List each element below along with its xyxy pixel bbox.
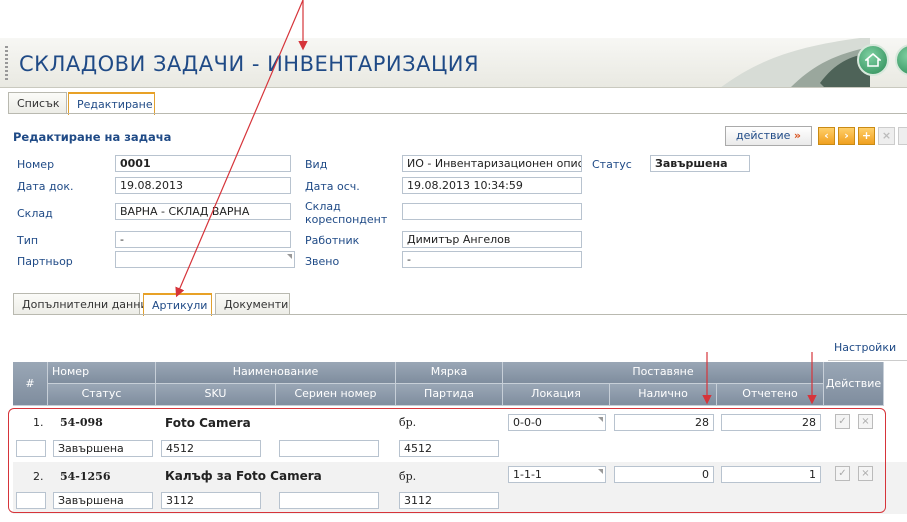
doc-date-field[interactable]: 19.08.2013 [115, 177, 291, 194]
unit-label: Звено [305, 255, 340, 268]
tab-documents[interactable]: Документи [215, 293, 290, 315]
settings-link[interactable]: Настройки [834, 341, 896, 354]
add-icon[interactable]: + [858, 127, 875, 145]
partner-select[interactable] [115, 251, 295, 268]
kind-field[interactable]: ИО - Инвентаризационен опис [402, 155, 582, 172]
col-unit[interactable]: Мярка [396, 362, 503, 384]
col-name[interactable]: Наименование [156, 362, 396, 384]
bird-decoration-icon [721, 38, 870, 87]
secondary-nav-icon[interactable] [895, 44, 907, 76]
col-counted[interactable]: Отчетено [717, 384, 824, 406]
corr-warehouse-label-2: кореспондент [305, 213, 388, 226]
col-status[interactable]: Статус [48, 384, 156, 406]
col-placement: Поставяне [503, 362, 824, 384]
tab-list[interactable]: Списък [8, 92, 67, 114]
col-number[interactable]: Номер [48, 362, 156, 384]
corr-warehouse-field[interactable] [402, 203, 582, 220]
status-field: Завършена [650, 155, 750, 172]
worker-label: Работник [305, 234, 360, 247]
partner-label: Партньор [17, 255, 73, 268]
annotation-highlight-box [8, 408, 886, 513]
col-location[interactable]: Локация [503, 384, 610, 406]
warehouse-field[interactable]: ВАРНА - СКЛАД ВАРНА [115, 203, 291, 220]
col-available[interactable]: Налично [610, 384, 717, 406]
tab-edit[interactable]: Редактиране [68, 92, 155, 115]
save-icon[interactable] [898, 127, 907, 145]
page-title: СКЛАДОВИ ЗАДАЧИ - ИНВЕНТАРИЗАЦИЯ [19, 52, 480, 76]
unit-field[interactable]: - [402, 251, 582, 268]
corr-warehouse-label-1: Склад [305, 200, 341, 213]
form-title: Редактиране на задача [13, 130, 172, 144]
tab-additional-data[interactable]: Допълнителни данни [13, 293, 148, 315]
prev-icon[interactable]: ‹ [818, 127, 835, 145]
tab-articles[interactable]: Артикули [143, 293, 212, 316]
next-icon[interactable]: › [838, 127, 855, 145]
top-margin [0, 0, 907, 38]
action-button[interactable]: действие » [725, 126, 812, 146]
drag-grip-icon [5, 46, 8, 80]
worker-field[interactable]: Димитър Ангелов [402, 231, 582, 248]
number-field[interactable]: 0001 [115, 155, 291, 172]
col-serial[interactable]: Сериен номер [276, 384, 396, 406]
col-hash: # [13, 362, 48, 406]
acc-date-label: Дата осч. [305, 180, 360, 193]
col-sku[interactable]: SKU [156, 384, 276, 406]
col-action: Действие [824, 362, 884, 406]
kind-label: Вид [305, 158, 328, 171]
type-label: Тип [17, 234, 39, 247]
number-label: Номер [17, 158, 55, 171]
col-batch[interactable]: Партида [396, 384, 503, 406]
status-label: Статус [592, 158, 632, 171]
type-field[interactable]: - [115, 231, 291, 248]
home-icon[interactable] [857, 44, 889, 76]
delete-icon[interactable]: × [878, 127, 895, 145]
app-header: СКЛАДОВИ ЗАДАЧИ - ИНВЕНТАРИЗАЦИЯ [0, 38, 907, 88]
settings-underline [828, 360, 907, 361]
tab-divider [8, 113, 907, 114]
doc-date-label: Дата док. [17, 180, 74, 193]
warehouse-label: Склад [17, 207, 53, 220]
subtab-divider [13, 314, 907, 315]
acc-date-field[interactable]: 19.08.2013 10:34:59 [402, 177, 582, 194]
